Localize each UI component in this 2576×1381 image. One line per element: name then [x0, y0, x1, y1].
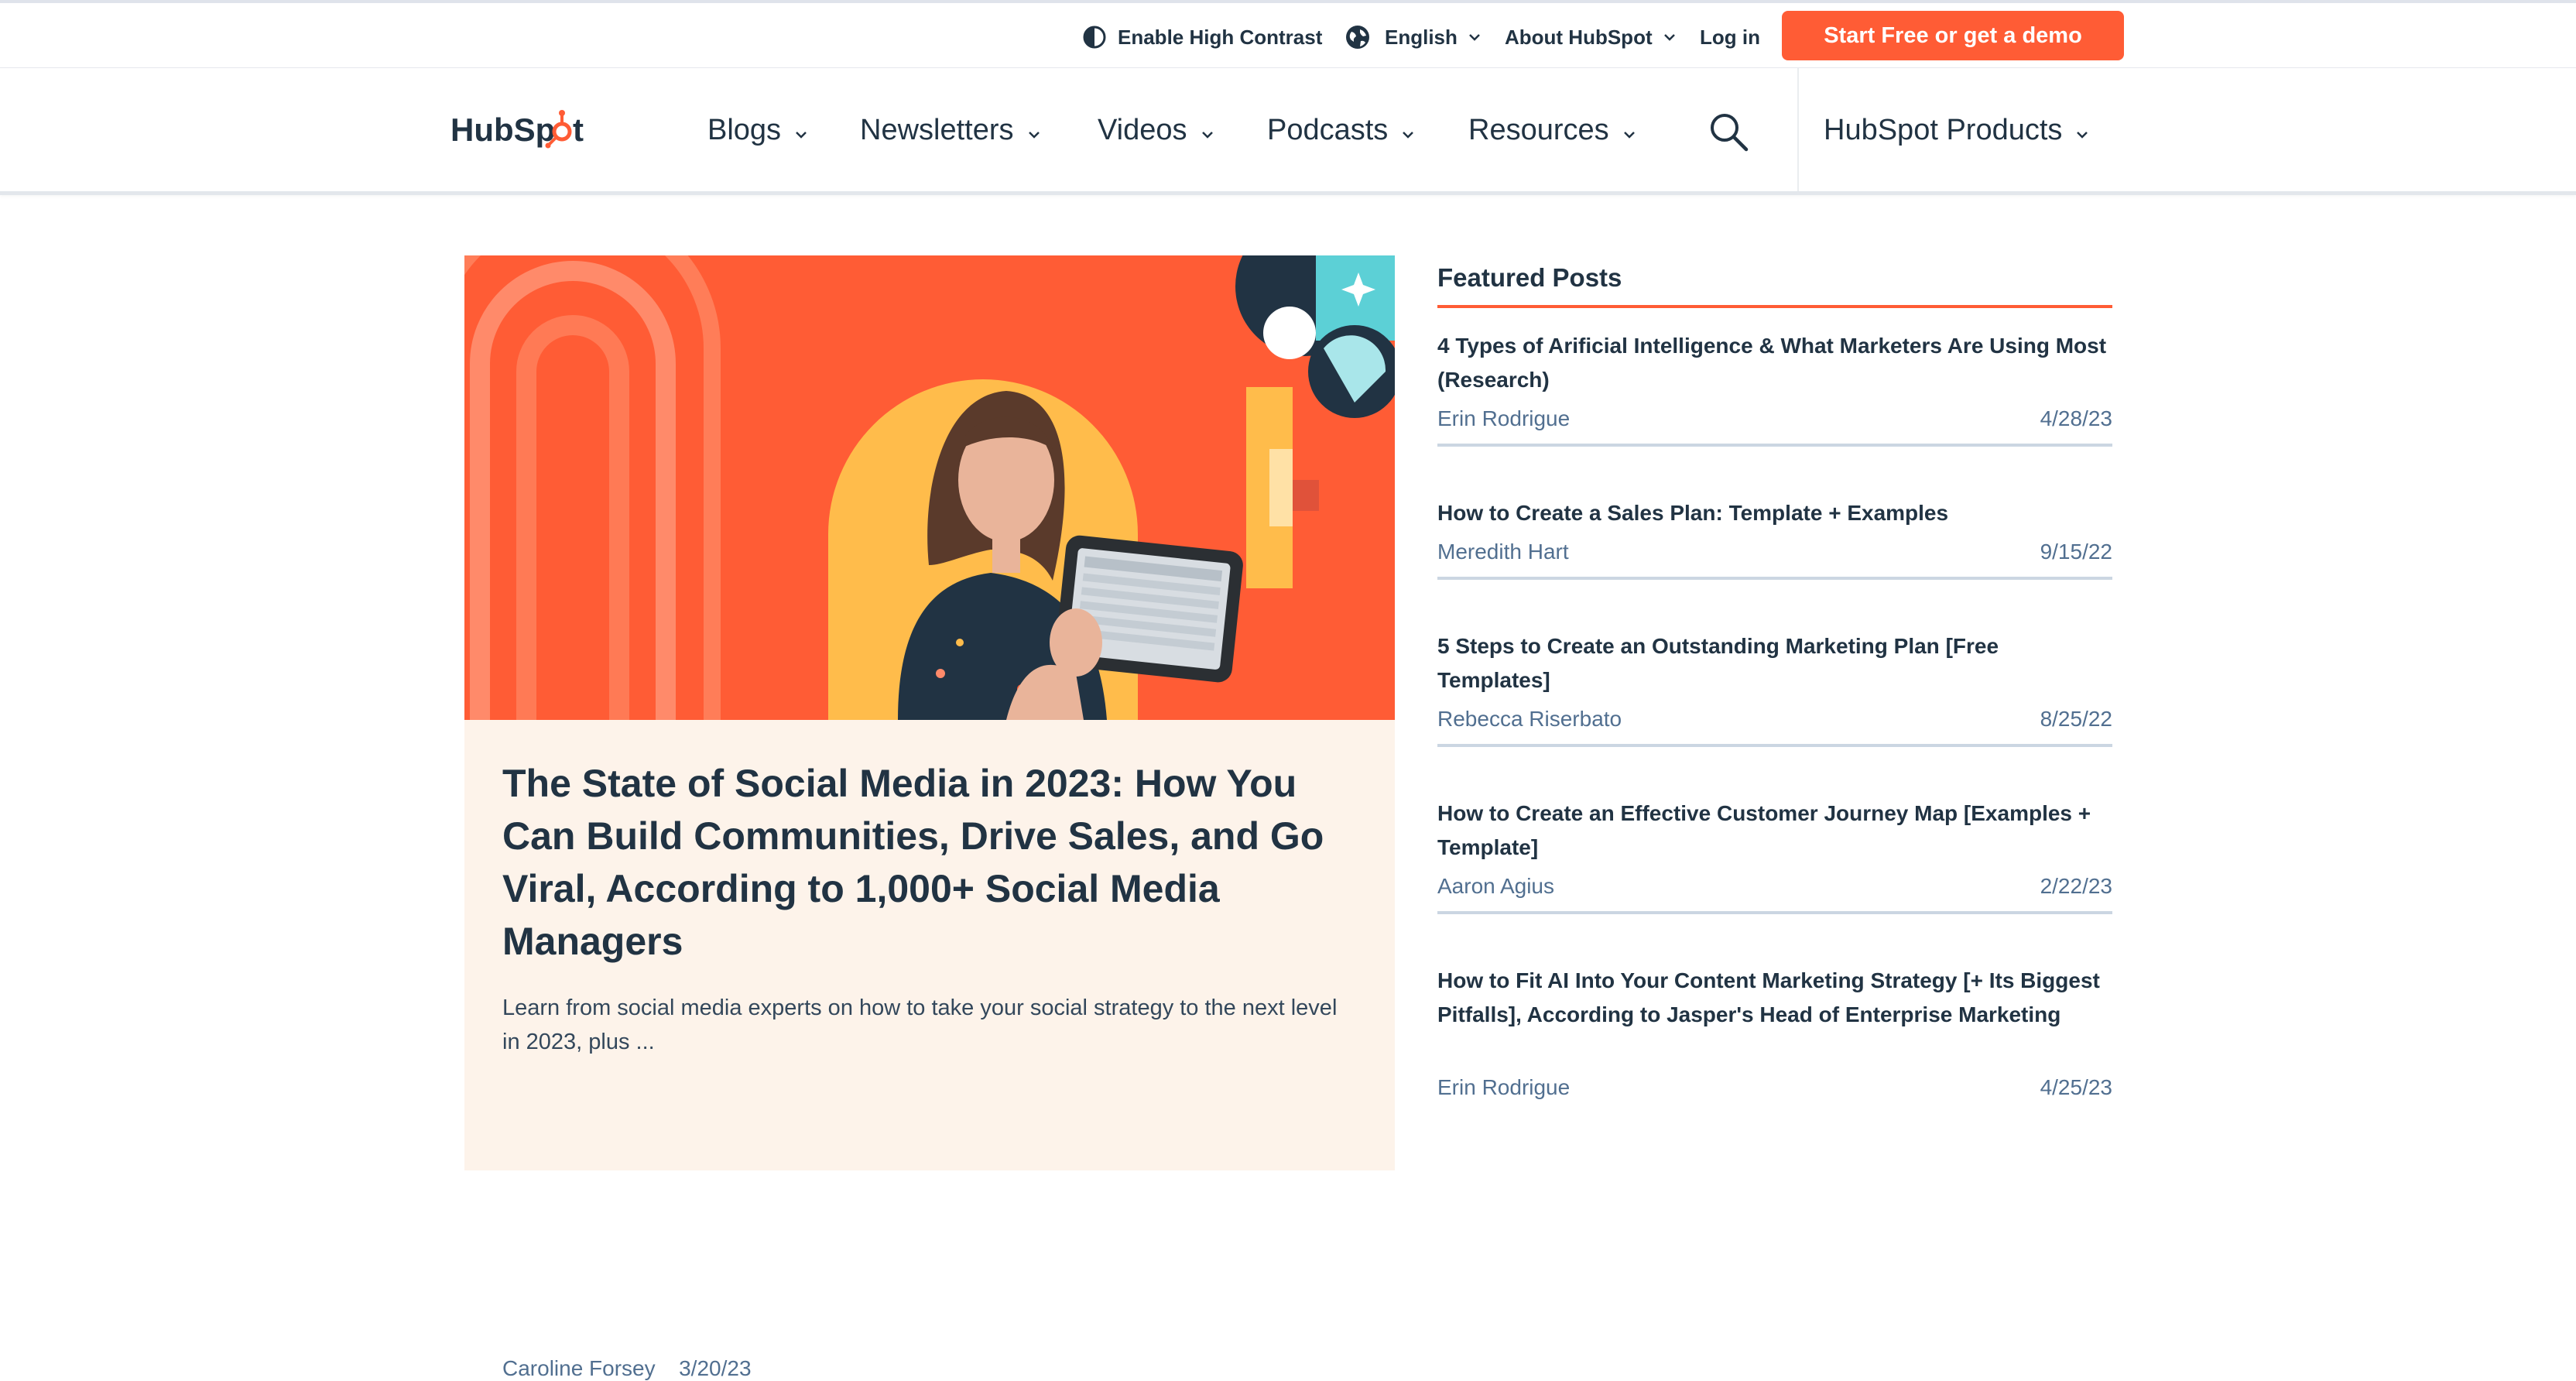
language-selector[interactable]: English [1345, 3, 1481, 71]
chevron-down-icon [1468, 33, 1481, 42]
search-button[interactable] [1708, 111, 1749, 156]
nav-divider [1797, 68, 1799, 191]
hero-date: 3/20/23 [679, 1356, 752, 1380]
featured-post-date: 4/28/23 [2040, 406, 2112, 430]
nav-item-resources[interactable]: Resources [1468, 68, 1636, 192]
hubspot-products-menu[interactable]: HubSpot Products [1824, 68, 2088, 192]
featured-post-title[interactable]: How to Fit AI Into Your Content Marketin… [1437, 964, 2112, 1032]
featured-post-author[interactable]: Rebecca Riserbato [1437, 707, 1622, 732]
divider [1437, 577, 2112, 580]
hero-image[interactable] [464, 255, 1395, 720]
divider [1437, 911, 2112, 914]
nav-item-label: Resources [1468, 113, 1609, 146]
start-free-label: Start Free or get a demo [1824, 22, 2082, 48]
nav-item-blogs[interactable]: Blogs [707, 68, 807, 192]
nav-item-label: Blogs [707, 113, 782, 146]
featured-post-title[interactable]: How to Create a Sales Plan: Template + E… [1437, 496, 2112, 530]
svg-text:HubSp: HubSp [450, 111, 555, 148]
hero-meta: Caroline Forsey 3/20/23 [502, 1356, 752, 1381]
featured-post-date: 4/25/23 [2040, 1075, 2112, 1099]
high-contrast-label: Enable High Contrast [1118, 25, 1323, 49]
chevron-down-icon [1201, 114, 1214, 147]
nav-item-label: Videos [1098, 113, 1187, 146]
login-link[interactable]: Log in [1700, 3, 1760, 71]
hubspot-logo[interactable]: HubSp t [450, 107, 587, 157]
about-hubspot-label: About HubSpot [1505, 25, 1653, 49]
nav-item-label: Newsletters [860, 113, 1014, 146]
chevron-down-icon [1623, 114, 1636, 147]
hubspot-logo-graphic: HubSp t [450, 110, 584, 149]
hubspot-products-label: HubSpot Products [1824, 113, 2063, 146]
chevron-down-icon [1028, 114, 1040, 147]
main-navigation: HubSp t Blogs Newsletters Videos Podcast… [0, 68, 2576, 195]
chevron-down-icon [1663, 33, 1676, 42]
nav-item-podcasts[interactable]: Podcasts [1267, 68, 1414, 192]
featured-heading: Featured Posts [1437, 263, 1622, 292]
featured-post-title[interactable]: How to Create an Effective Customer Jour… [1437, 797, 2112, 865]
hero-author[interactable]: Caroline Forsey [502, 1356, 656, 1380]
divider [1437, 744, 2112, 747]
hero-title[interactable]: The State of Social Media in 2023: How Y… [502, 757, 1346, 968]
about-hubspot-menu[interactable]: About HubSpot [1505, 3, 1676, 71]
featured-post-title[interactable]: 5 Steps to Create an Outstanding Marketi… [1437, 629, 2112, 697]
featured-underline [1437, 305, 2112, 308]
globe-icon [1345, 24, 1371, 50]
contrast-icon [1082, 25, 1107, 50]
featured-post-date: 8/25/22 [2040, 707, 2112, 731]
nav-item-videos[interactable]: Videos [1098, 68, 1214, 192]
featured-post-date: 2/22/23 [2040, 874, 2112, 898]
chevron-down-icon [2076, 114, 2088, 147]
login-label: Log in [1700, 25, 1760, 49]
hero-article-card[interactable]: The State of Social Media in 2023: How Y… [464, 255, 1395, 1380]
language-label: English [1385, 25, 1458, 49]
nav-item-newsletters[interactable]: Newsletters [860, 68, 1040, 192]
featured-post[interactable]: How to Create an Effective Customer Jour… [1437, 797, 2112, 914]
hero-illustration [464, 255, 1395, 720]
search-icon [1711, 114, 1749, 152]
featured-post[interactable]: 5 Steps to Create an Outstanding Marketi… [1437, 629, 2112, 747]
featured-post-author[interactable]: Erin Rodrigue [1437, 406, 1570, 431]
nav-item-label: Podcasts [1267, 113, 1389, 146]
hero-excerpt: Learn from social media experts on how t… [502, 995, 1338, 1054]
chevron-down-icon [1402, 114, 1414, 147]
featured-post[interactable]: 4 Types of Arificial Intelligence & What… [1437, 329, 2112, 447]
featured-post-date: 9/15/22 [2040, 540, 2112, 564]
featured-post-author[interactable]: Aaron Agius [1437, 874, 1554, 899]
chevron-down-icon [795, 114, 807, 147]
high-contrast-toggle[interactable]: Enable High Contrast [1082, 3, 1322, 71]
featured-post[interactable]: How to Fit AI Into Your Content Marketin… [1437, 964, 2112, 1099]
svg-text:t: t [573, 111, 584, 148]
start-free-button[interactable]: Start Free or get a demo [1782, 11, 2124, 60]
featured-post-author[interactable]: Erin Rodrigue [1437, 1075, 1570, 1100]
featured-post-author[interactable]: Meredith Hart [1437, 540, 1569, 564]
featured-post[interactable]: How to Create a Sales Plan: Template + E… [1437, 496, 2112, 580]
utility-bar: Enable High Contrast English About HubSp… [0, 0, 2576, 68]
featured-post-title[interactable]: 4 Types of Arificial Intelligence & What… [1437, 329, 2112, 397]
divider [1437, 444, 2112, 447]
